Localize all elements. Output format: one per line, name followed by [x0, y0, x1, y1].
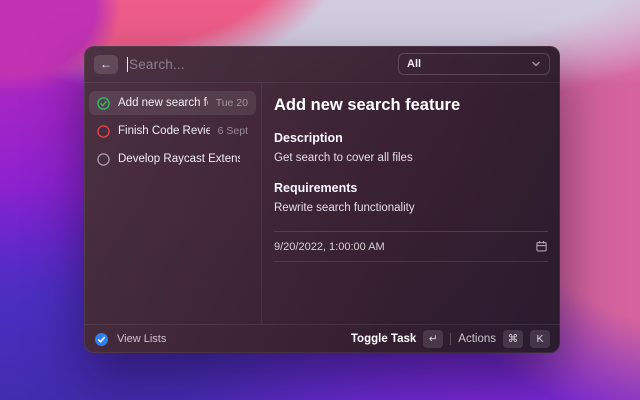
- raycast-window: ← Search... All Add new search feature T…: [84, 46, 560, 353]
- filter-dropdown-value: All: [407, 58, 421, 70]
- text-caret: [127, 57, 128, 72]
- section-heading: Requirements: [274, 181, 548, 195]
- footer-actions: Toggle Task ↵ Actions ⌘ K: [351, 330, 550, 348]
- chevron-down-icon: [531, 59, 541, 69]
- due-date-field[interactable]: 9/20/2022, 1:00:00 AM: [274, 231, 548, 262]
- actions-button[interactable]: Actions: [458, 333, 496, 345]
- footer-divider: [450, 333, 451, 345]
- return-key-badge: ↵: [423, 330, 443, 348]
- task-label: Add new search feature: [118, 97, 208, 109]
- task-row[interactable]: Develop Raycast Extension: [89, 147, 256, 171]
- due-date-value: 9/20/2022, 1:00:00 AM: [274, 241, 385, 253]
- task-label: Develop Raycast Extension: [118, 153, 240, 165]
- k-key-badge: K: [530, 330, 550, 348]
- calendar-icon[interactable]: [535, 240, 548, 253]
- view-lists-button[interactable]: View Lists: [94, 332, 166, 347]
- window-body: Add new search feature Tue 20 Finish Cod…: [84, 83, 560, 324]
- task-date: 6 Sept: [218, 125, 248, 137]
- task-list: Add new search feature Tue 20 Finish Cod…: [84, 83, 262, 324]
- task-status-open-icon[interactable]: [97, 125, 110, 138]
- task-row[interactable]: Finish Code Reviews 6 Sept: [89, 119, 256, 143]
- view-lists-label: View Lists: [117, 333, 166, 345]
- detail-section: Requirements Rewrite search functionalit…: [274, 181, 548, 214]
- detail-title: Add new search feature: [274, 96, 548, 115]
- command-key-badge: ⌘: [503, 330, 523, 348]
- task-date: Tue 20: [216, 97, 248, 109]
- arrow-left-icon: ←: [100, 57, 112, 71]
- section-body: Get search to cover all files: [274, 152, 548, 164]
- search-header: ← Search... All: [84, 46, 560, 83]
- task-row[interactable]: Add new search feature Tue 20: [89, 91, 256, 115]
- filter-dropdown[interactable]: All: [398, 53, 550, 75]
- task-status-open-icon[interactable]: [97, 153, 110, 166]
- task-detail-panel: Add new search feature Description Get s…: [262, 83, 560, 324]
- search-placeholder: Search...: [129, 57, 185, 72]
- toggle-task-button[interactable]: Toggle Task: [351, 333, 416, 345]
- detail-section: Description Get search to cover all file…: [274, 131, 548, 164]
- task-status-done-icon[interactable]: [97, 97, 110, 110]
- section-body: Rewrite search functionality: [274, 202, 548, 214]
- action-bar: View Lists Toggle Task ↵ Actions ⌘ K: [84, 324, 560, 353]
- search-input[interactable]: Search...: [127, 57, 389, 72]
- section-heading: Description: [274, 131, 548, 145]
- task-label: Finish Code Reviews: [118, 125, 210, 137]
- view-lists-icon: [94, 332, 109, 347]
- back-button[interactable]: ←: [94, 55, 118, 74]
